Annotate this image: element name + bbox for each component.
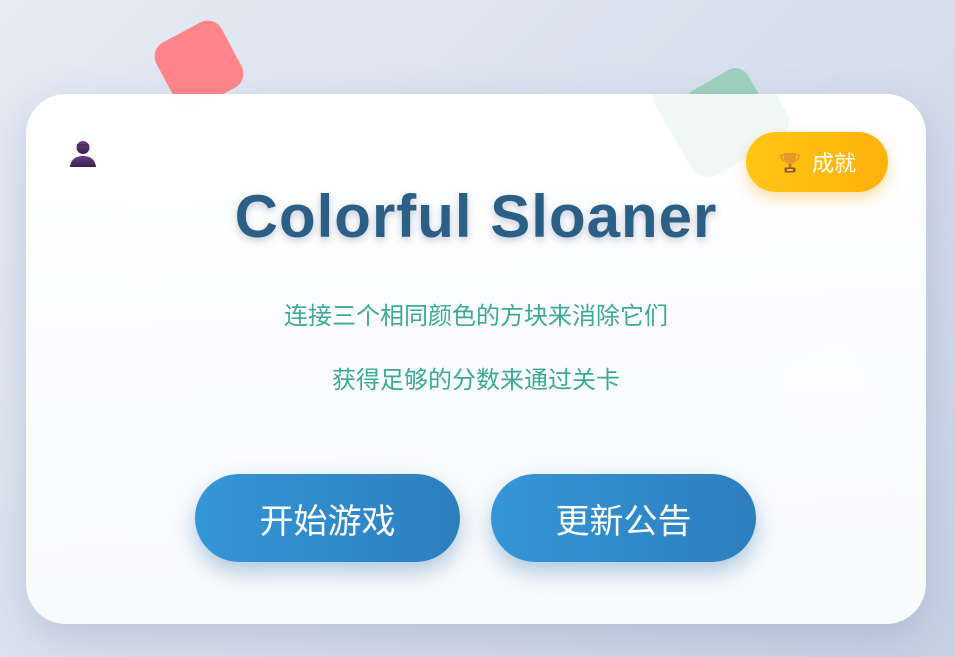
instruction-line-1: 连接三个相同颜色的方块来消除它们 <box>284 302 668 330</box>
game-title: Colorful Sloaner <box>234 183 718 250</box>
trophy-icon <box>780 153 800 173</box>
start-game-button[interactable]: 开始游戏 <box>195 474 460 562</box>
update-notes-button[interactable]: 更新公告 <box>491 474 756 562</box>
achievements-label: 成就 <box>811 152 856 177</box>
user-silhouette-icon[interactable] <box>68 138 98 168</box>
instruction-line-2: 获得足够的分数来通过关卡 <box>332 366 620 394</box>
main-menu-card: 成就 Colorful Sloaner 连接三个相同颜色的方块来消除它们 获得足… <box>26 94 926 624</box>
